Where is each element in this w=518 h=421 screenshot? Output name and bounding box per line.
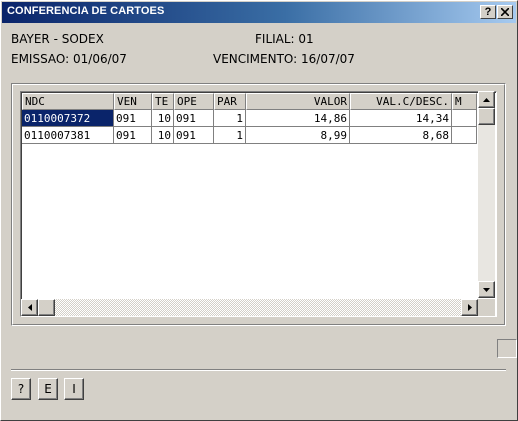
column-header-valor[interactable]: VALOR [246, 93, 350, 110]
arrow-up-icon [483, 97, 490, 102]
vencimento-label: VENCIMENTO: 16/07/07 [213, 52, 355, 66]
table-cell-m[interactable] [452, 110, 477, 127]
scroll-up-button[interactable] [478, 91, 495, 108]
table-cell-valor[interactable]: 8,99 [246, 127, 350, 144]
table-cell-val-desc[interactable]: 14,34 [350, 110, 452, 127]
window-title: CONFERENCIA DE CARTOES [7, 5, 165, 17]
close-icon [501, 8, 509, 16]
divider [11, 369, 506, 371]
column-header-par[interactable]: PAR [214, 93, 246, 110]
table-cell-val-desc[interactable]: 8,68 [350, 127, 452, 144]
horizontal-scroll-thumb[interactable] [38, 299, 55, 316]
arrow-left-icon [27, 304, 32, 311]
dialog-window: CONFERENCIA DE CARTOES ? BAYER - SODEX F… [0, 0, 518, 421]
scroll-down-button[interactable] [478, 281, 495, 298]
column-header-te[interactable]: TE [152, 93, 174, 110]
help-title-button[interactable]: ? [480, 5, 496, 19]
table-cell-par[interactable]: 1 [214, 127, 246, 144]
column-header-m[interactable]: M [452, 93, 477, 110]
emissao-label: EMISSAO: 01/06/07 [11, 52, 127, 66]
table-cell-ven[interactable]: 091 [114, 127, 152, 144]
column-header-ope[interactable]: OPE [174, 93, 214, 110]
table-cell-ndc[interactable]: 0110007372 [22, 110, 114, 127]
table-cell-ope[interactable]: 091 [174, 110, 214, 127]
title-bar[interactable]: CONFERENCIA DE CARTOES ? [2, 2, 516, 23]
table-cell-par[interactable]: 1 [214, 110, 246, 127]
column-header-val-desc[interactable]: VAL.C/DESC. [350, 93, 452, 110]
table-cell-ven[interactable]: 091 [114, 110, 152, 127]
vertical-scroll-thumb[interactable] [478, 108, 495, 125]
arrow-right-icon [467, 304, 472, 311]
status-box [497, 339, 517, 358]
vertical-scrollbar[interactable] [478, 91, 495, 298]
horizontal-scrollbar[interactable] [21, 299, 478, 316]
table-cell-ndc[interactable]: 0110007381 [22, 127, 114, 144]
help-button[interactable]: ? [11, 378, 31, 400]
client-label: BAYER - SODEX [11, 32, 104, 46]
filial-label: FILIAL: 01 [255, 32, 314, 46]
table-cell-te[interactable]: 10 [152, 110, 174, 127]
table-cell-m[interactable] [452, 127, 477, 144]
table-cell-ope[interactable]: 091 [174, 127, 214, 144]
table-cell-valor[interactable]: 14,86 [246, 110, 350, 127]
table-cell-te[interactable]: 10 [152, 127, 174, 144]
scroll-left-button[interactable] [21, 299, 38, 316]
e-button[interactable]: E [38, 378, 58, 400]
column-header-ndc[interactable]: NDC [22, 93, 114, 110]
cards-grid[interactable]: NDC VEN TE OPE PAR VALOR VAL.C/DESC. M 0… [20, 91, 497, 317]
column-header-ven[interactable]: VEN [114, 93, 152, 110]
arrow-down-icon [483, 287, 490, 292]
close-button[interactable] [497, 5, 513, 19]
scroll-right-button[interactable] [461, 299, 478, 316]
i-button[interactable]: I [64, 378, 84, 400]
scrollbar-corner [478, 299, 495, 316]
